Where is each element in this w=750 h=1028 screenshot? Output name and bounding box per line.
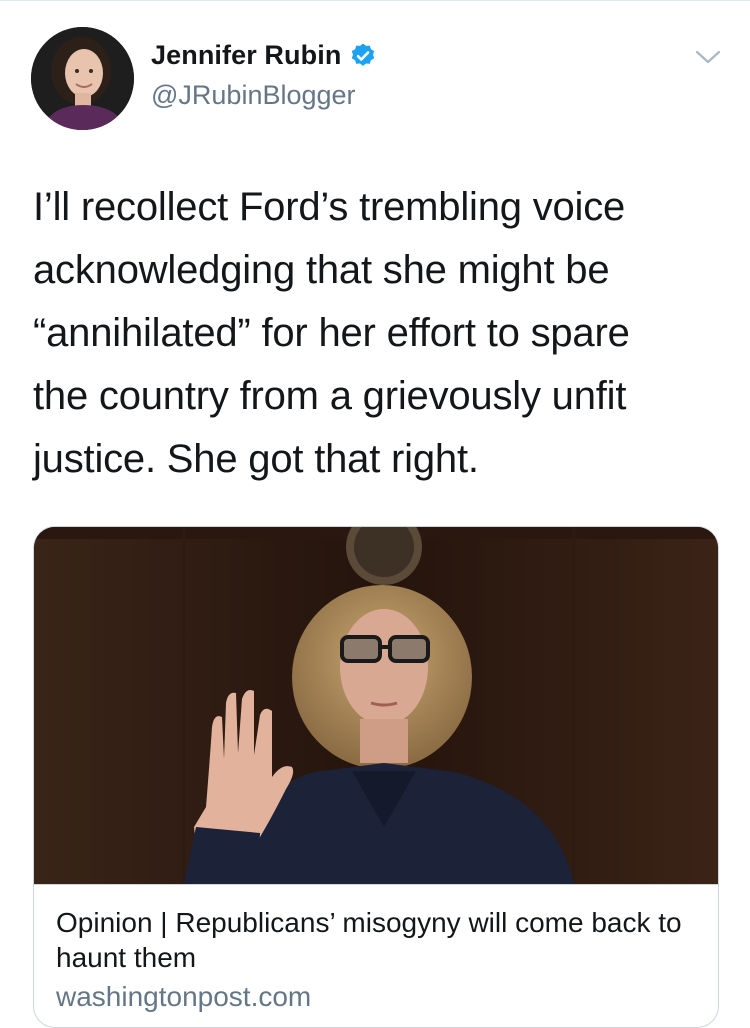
author-display-name[interactable]: Jennifer Rubin: [151, 40, 341, 71]
tweet-text-line: “annihilated” for her effort to spare: [33, 311, 630, 355]
link-card-body: Opinion | Republicans’ misogyny will com…: [34, 884, 718, 1013]
chevron-down-icon[interactable]: [693, 46, 723, 68]
tweet-text: I’ll recollect Ford’s trembling voice ac…: [33, 176, 723, 491]
link-card-domain: washingtonpost.com: [56, 981, 312, 1012]
author-handle[interactable]: @JRubinBlogger: [151, 80, 356, 111]
link-card-image: [34, 527, 718, 884]
link-preview-card[interactable]: Opinion | Republicans’ misogyny will com…: [33, 526, 719, 1028]
verified-badge-icon: [349, 42, 377, 70]
tweet-text-line: the country from a grievously unfit: [33, 374, 627, 418]
author-avatar[interactable]: [31, 27, 134, 130]
tweet-text-line: justice. She got that right.: [33, 437, 479, 481]
tweet-text-line: I’ll recollect Ford’s trembling voice: [33, 185, 626, 229]
link-card-title[interactable]: Opinion | Republicans’ misogyny will com…: [56, 905, 696, 975]
tweet-text-line: acknowledging that she might be: [33, 248, 610, 292]
top-divider: [0, 0, 750, 1]
author-name-row: Jennifer Rubin: [151, 40, 377, 71]
